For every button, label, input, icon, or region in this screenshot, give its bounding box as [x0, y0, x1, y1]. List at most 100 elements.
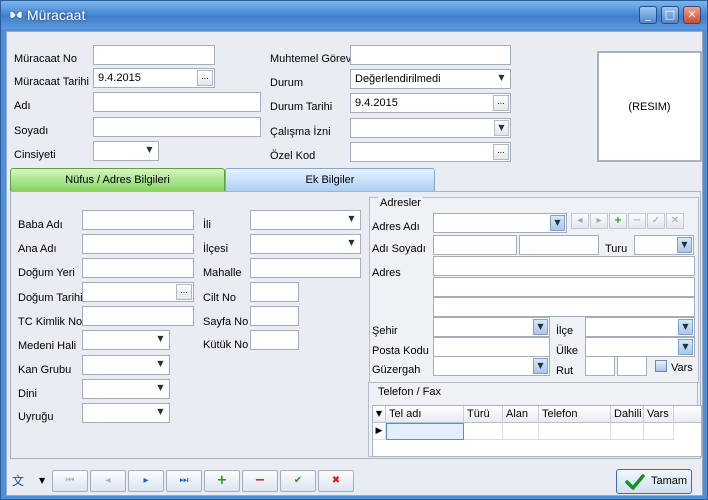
muracaat-tarihi-picker-button[interactable]: ... — [197, 70, 213, 86]
delete-record-button[interactable]: − — [242, 470, 278, 492]
title-bar[interactable]: Müracaat _ □ ✕ — [1, 1, 707, 29]
guzergah-select[interactable]: ▼ — [433, 356, 550, 376]
posta-kodu-input[interactable] — [433, 337, 550, 357]
calisma-izni-select[interactable]: ▼ — [350, 118, 511, 138]
dini-select[interactable]: ▼ — [82, 379, 170, 399]
last-record-button[interactable]: ⏭ — [166, 470, 202, 492]
durum-tarihi-picker-button[interactable]: ... — [493, 95, 509, 111]
col-alan[interactable]: Alan — [503, 406, 539, 423]
chevron-down-icon[interactable]: ▼ — [678, 319, 693, 335]
col-tel-adi[interactable]: Tel adı — [386, 406, 464, 423]
prev-record-button[interactable]: ◂ — [90, 470, 126, 492]
maximize-button[interactable]: □ — [661, 6, 679, 24]
adres-soyadi-input[interactable] — [519, 235, 599, 255]
adi-label: Adı — [14, 100, 31, 112]
baba-adi-label: Baba Adı — [18, 219, 63, 231]
col-vars[interactable]: Vars — [644, 406, 674, 423]
minimize-button[interactable]: _ — [639, 6, 657, 24]
adres-line2-input[interactable] — [433, 277, 695, 297]
adres-adi-input[interactable] — [433, 235, 517, 255]
muracaat-no-input[interactable] — [93, 45, 215, 65]
ilcesi-select[interactable]: ▼ — [250, 234, 361, 254]
durum-value: Değerlendirilmedi — [355, 73, 441, 85]
first-record-button[interactable]: ⏮ — [52, 470, 88, 492]
soyadi-input[interactable] — [93, 117, 261, 137]
tc-kimlik-no-input[interactable] — [82, 306, 194, 326]
sayfa-no-input[interactable] — [250, 306, 299, 326]
ilce-select[interactable]: ▼ — [585, 317, 695, 337]
kan-grubu-select[interactable]: ▼ — [82, 355, 170, 375]
rut-input-1[interactable] — [585, 356, 615, 376]
vars-checkbox[interactable] — [655, 360, 667, 372]
ili-select[interactable]: ▼ — [250, 210, 361, 230]
chevron-down-icon[interactable]: ▼ — [677, 237, 692, 253]
rut-input-2[interactable] — [617, 356, 647, 376]
row-indicator-icon: ▶ — [373, 423, 386, 440]
adi-input[interactable] — [93, 92, 261, 112]
col-turu[interactable]: Türü — [464, 406, 503, 423]
ili-label: İli — [203, 219, 211, 231]
turu-select[interactable]: ▼ — [634, 235, 694, 255]
ulke-select[interactable]: ▼ — [585, 337, 695, 357]
confirm-address-icon[interactable]: ✓ — [647, 213, 665, 229]
delete-address-icon[interactable]: − — [628, 213, 646, 229]
translate-icon[interactable]: 文 — [12, 472, 30, 490]
durum-tarihi-input[interactable]: 9.4.2015 ... — [350, 93, 511, 113]
ozel-kod-input[interactable]: ... — [350, 142, 511, 162]
tab-nufus-adres[interactable]: Nüfus / Adres Bilgileri — [10, 168, 225, 192]
chevron-down-icon[interactable]: ▼ — [533, 319, 548, 335]
cinsiyeti-select[interactable]: ▼ — [93, 141, 159, 161]
chevron-down-icon[interactable]: ▼ — [39, 476, 45, 485]
close-button[interactable]: ✕ — [683, 6, 701, 24]
col-telefon[interactable]: Telefon — [539, 406, 611, 423]
dogum-tarihi-input[interactable]: ... — [82, 282, 194, 302]
add-record-button[interactable]: + — [204, 470, 240, 492]
grid-cell[interactable] — [464, 423, 503, 440]
durum-select[interactable]: Değerlendirilmedi ▼ — [350, 69, 511, 89]
adres-line3-input[interactable] — [433, 297, 695, 317]
ok-button[interactable]: Tamam — [616, 469, 692, 494]
cancel-record-button[interactable]: ✖ — [318, 470, 354, 492]
kutuk-no-input[interactable] — [250, 330, 299, 350]
dogum-yeri-input[interactable] — [82, 258, 194, 278]
telefon-grid[interactable]: ▼ Tel adı Türü Alan Telefon Dahili Vars … — [372, 405, 702, 457]
ulke-label: Ülke — [556, 345, 579, 357]
next-address-icon[interactable]: ▸ — [590, 213, 608, 229]
adres-adi-select[interactable]: ▼ — [433, 213, 567, 233]
sehir-label: Şehir — [372, 325, 398, 337]
col-dahili[interactable]: Dahili — [611, 406, 644, 423]
prev-address-icon[interactable]: ◂ — [571, 213, 589, 229]
ozel-kod-picker-button[interactable]: ... — [493, 144, 509, 160]
column-chooser-icon[interactable]: ▼ — [373, 406, 386, 423]
muhtemel-gorev-input[interactable] — [350, 45, 511, 65]
tab-ek-bilgiler[interactable]: Ek Bilgiler — [225, 168, 435, 192]
chevron-down-icon[interactable]: ▼ — [494, 120, 509, 136]
grid-cell[interactable] — [611, 423, 644, 440]
muracaat-tarihi-input[interactable]: 9.4.2015 ... — [93, 68, 215, 88]
add-address-icon[interactable]: + — [609, 213, 627, 229]
chevron-down-icon[interactable]: ▼ — [678, 339, 693, 355]
dogum-tarihi-picker-button[interactable]: ... — [176, 284, 192, 300]
sehir-select[interactable]: ▼ — [433, 317, 550, 337]
chevron-down-icon[interactable]: ▼ — [533, 358, 548, 374]
grid-cell[interactable] — [539, 423, 611, 440]
uyrugu-select[interactable]: ▼ — [82, 403, 170, 423]
chevron-down-icon: ▼ — [157, 407, 164, 416]
medeni-hali-select[interactable]: ▼ — [82, 330, 170, 350]
grid-cell[interactable] — [503, 423, 539, 440]
baba-adi-input[interactable] — [82, 210, 194, 230]
adres-line1-input[interactable] — [433, 256, 695, 276]
chevron-down-icon[interactable]: ▼ — [550, 215, 565, 231]
photo-box[interactable]: (RESIM) — [597, 51, 702, 162]
cancel-address-icon[interactable]: ✕ — [666, 213, 684, 229]
next-record-button[interactable]: ▸ — [128, 470, 164, 492]
post-record-button[interactable]: ✔ — [280, 470, 316, 492]
vars-label: Vars — [671, 362, 693, 374]
telefon-group-title: Telefon / Fax — [378, 386, 441, 398]
grid-cell[interactable] — [644, 423, 674, 440]
soyadi-label: Soyadı — [14, 125, 49, 137]
grid-cell-active[interactable] — [386, 423, 464, 440]
ana-adi-input[interactable] — [82, 234, 194, 254]
mahalle-input[interactable] — [250, 258, 361, 278]
cilt-no-input[interactable] — [250, 282, 299, 302]
